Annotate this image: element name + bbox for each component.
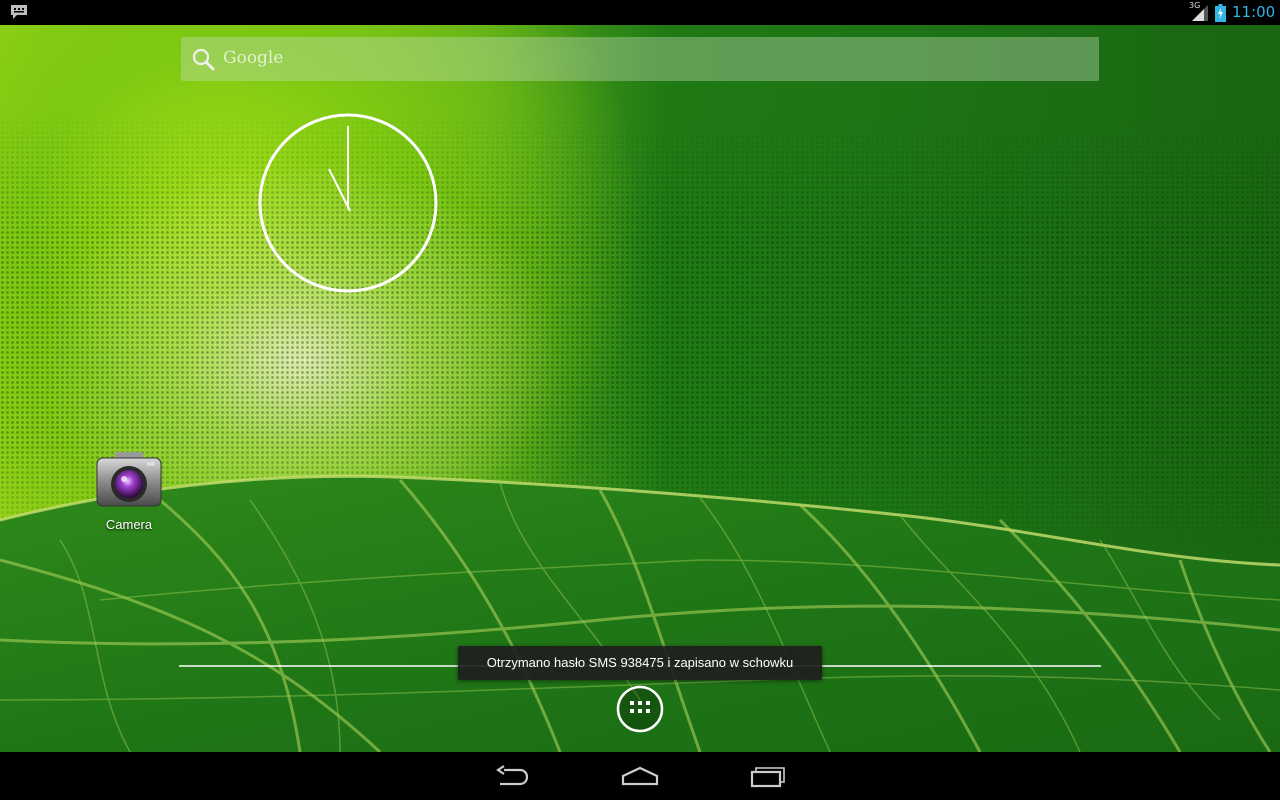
navigation-bar <box>0 752 1280 800</box>
toast-text: Otrzymano hasło SMS 938475 i zapisano w … <box>486 655 794 670</box>
google-search-bar[interactable]: Google <box>181 37 1099 81</box>
home-screen: 3G 11:00 Google Camera Otrzymano hasło S… <box>0 0 1280 800</box>
status-bar: 3G 11:00 <box>0 0 1280 25</box>
recents-icon[interactable] <box>748 762 788 790</box>
analog-clock-widget[interactable] <box>257 112 439 294</box>
battery-charging-icon <box>1215 4 1226 22</box>
search-icon <box>192 48 215 71</box>
back-icon[interactable] <box>492 762 532 790</box>
signal-strength-icon <box>1192 5 1208 21</box>
home-icon[interactable] <box>620 762 660 790</box>
toast-message: Otrzymano hasło SMS 938475 i zapisano w … <box>458 646 822 680</box>
hour-hand <box>328 168 351 212</box>
app-shortcut-camera[interactable]: Camera <box>89 446 169 536</box>
sms-notification-icon[interactable] <box>10 4 28 20</box>
search-bar-label: Google <box>223 48 284 68</box>
wallpaper-leaf <box>0 474 1280 754</box>
app-label: Camera <box>105 517 153 532</box>
status-clock: 11:00 <box>1232 3 1276 21</box>
camera-icon <box>96 452 162 507</box>
all-apps-button[interactable] <box>616 685 664 733</box>
